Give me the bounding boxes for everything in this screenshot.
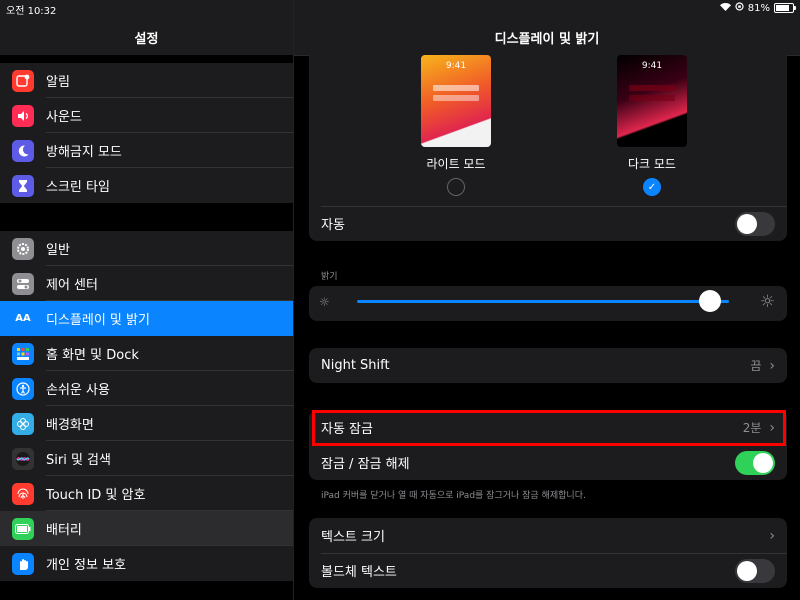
light-preview-bar [433,85,479,91]
sidebar-item-label: 디스플레이 및 밝기 [46,313,150,328]
sidebar-item-label: 손쉬운 사용 [46,383,110,398]
sidebar-title: 설정 [134,32,159,47]
sidebar-item-label: 사운드 [46,110,82,125]
sidebar-item-gear[interactable]: 일반 [0,231,293,266]
sidebar-item-speaker[interactable]: 사운드 [0,98,293,133]
sidebar-item-hand[interactable]: 개인 정보 보호 [0,546,293,581]
lock-unlock-label: 잠금 / 잠금 해제 [321,457,410,472]
dark-mode-label: 다크 모드 [628,157,676,171]
sidebar: 설정 알림사운드방해금지 모드스크린 타임 일반제어 센터 AA 디스플레이 및 밝… [0,0,294,600]
sidebar-item-toggles[interactable]: 제어 센터 [0,266,293,301]
checkmark-icon: ✓ [647,181,657,193]
sidebar-item-label: 개인 정보 보호 [46,558,127,573]
flower-icon [12,412,34,435]
bold-text-toggle[interactable] [735,558,775,583]
grid-icon [12,342,34,365]
text-size-label: 텍스트 크기 [321,530,385,545]
dark-preview-bar [629,85,675,91]
text-size-row[interactable]: 텍스트 크기 › [309,518,787,553]
status-right: 81% [719,2,796,14]
sidebar-item-siri[interactable]: Siri 및 검색 [0,441,293,476]
sidebar-item-moon[interactable]: 방해금지 모드 [0,133,293,168]
dark-preview-time: 9:41 [641,61,663,71]
fingerprint-icon [12,482,34,505]
sidebar-item-label: 홈 화면 및 Dock [46,348,139,363]
notification-icon [12,69,34,92]
accessibility-icon [12,377,34,400]
sidebar-item-fingerprint[interactable]: Touch ID 및 암호 [0,476,293,511]
sidebar-item-label: 방해금지 모드 [46,145,122,160]
sidebar-group-2: 일반제어 센터 AA 디스플레이 및 밝기홈 화면 및 Dock 손쉬운 사용배경화면… [0,231,293,581]
chevron-right-icon: › [769,527,775,544]
text-card: 텍스트 크기 › 볼드체 텍스트 [309,518,787,588]
status-bar: 오전 10:32 81% [0,0,800,17]
sidebar-item-battery[interactable]: 배터리 [0,511,293,546]
battery-percent: 81% [747,2,770,14]
sidebar-item-label: 스크린 타임 [46,180,110,195]
chevron-right-icon: › [769,419,775,436]
sidebar-item-label: 알림 [46,75,70,90]
text-size-icon: AA [12,307,34,330]
dark-mode-preview[interactable]: 9:41 [617,55,687,147]
auto-lock-row[interactable]: 자동 잠금 2분 › [309,410,787,445]
lock-unlock-row: 잠금 / 잠금 해제 [309,445,787,480]
sidebar-item-notification[interactable]: 알림 [0,63,293,98]
auto-lock-value: 2분 [742,421,762,435]
chevron-right-icon: › [769,357,775,374]
auto-lock-label: 자동 잠금 [321,422,373,437]
sun-large-icon: ☼ [759,292,775,312]
bold-text-label: 볼드체 텍스트 [321,565,397,580]
auto-row: 자동 [309,206,787,241]
night-shift-value: 끔 [750,359,762,373]
sidebar-item-label: 일반 [46,243,70,258]
battery-icon [12,517,34,540]
sidebar-item-label: Siri 및 검색 [46,453,111,468]
night-shift-row[interactable]: Night Shift 끔 › [309,348,787,383]
light-mode-radio[interactable] [447,178,465,196]
status-time: 오전 10:32 [6,6,57,17]
dark-preview-bar [629,95,675,101]
hourglass-icon [12,174,34,197]
sidebar-item-label: 배경화면 [46,418,94,433]
sidebar-item-hourglass[interactable]: 스크린 타임 [0,168,293,203]
brightness-slider[interactable] [357,300,729,303]
hand-icon [12,552,34,575]
speaker-icon [12,104,34,127]
sidebar-group-1: 알림사운드방해금지 모드스크린 타임 [0,63,293,203]
sidebar-item-text-size[interactable]: AA 디스플레이 및 밝기 [0,301,293,336]
dark-mode-radio[interactable]: ✓ [643,178,661,196]
lock-footnote: iPad 커버를 닫거나 열 때 자동으로 iPad를 잠그거나 잠금 해제합니… [321,491,586,501]
sidebar-item-accessibility[interactable]: 손쉬운 사용 [0,371,293,406]
gear-icon [12,237,34,260]
lock-card: 자동 잠금 2분 › 잠금 / 잠금 해제 [309,410,787,480]
moon-icon [12,139,34,162]
sidebar-item-label: 제어 센터 [46,278,98,293]
main-pane: 디스플레이 및 밝기 9:41 9:41 라이트 모드 다크 모드 ✓ 자동 밝… [294,0,800,600]
brightness-card: ☼ ☼ [309,286,787,321]
night-shift-card: Night Shift 끔 › [309,348,787,383]
lock-unlock-toggle[interactable] [735,450,775,475]
light-mode-preview[interactable]: 9:41 [421,55,491,147]
auto-toggle[interactable] [735,211,775,236]
toggles-icon [12,272,34,295]
brightness-section-label: 밝기 [321,272,338,282]
brightness-slider-thumb[interactable] [699,290,722,312]
appearance-card: 9:41 9:41 라이트 모드 다크 모드 ✓ 자동 [309,55,787,241]
light-mode-label: 라이트 모드 [426,157,486,171]
sidebar-item-grid[interactable]: 홈 화면 및 Dock [0,336,293,371]
light-preview-time: 9:41 [445,61,467,71]
wifi-icon [719,2,731,14]
orientation-lock-icon [735,2,744,14]
sidebar-item-label: 배터리 [46,523,82,538]
night-shift-label: Night Shift [321,358,390,373]
page-title: 디스플레이 및 밝기 [494,32,600,47]
sidebar-item-label: Touch ID 및 암호 [46,488,146,503]
sun-small-icon: ☼ [319,295,330,309]
auto-label: 자동 [321,218,345,233]
light-preview-bar [433,95,479,101]
siri-icon [12,447,34,470]
bold-text-row: 볼드체 텍스트 [309,553,787,588]
sidebar-item-flower[interactable]: 배경화면 [0,406,293,441]
battery-icon [774,3,796,13]
